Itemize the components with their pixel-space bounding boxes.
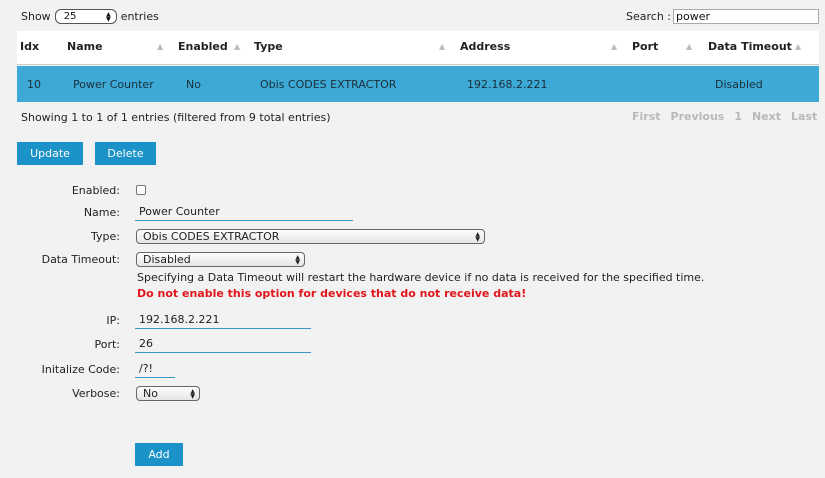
table-info: Showing 1 to 1 of 1 entries (filtered fr… [21,111,331,124]
table-row[interactable]: 10 Power Counter No Obis CODES EXTRACTOR… [17,66,819,102]
init-code-field[interactable]: /?! [135,361,175,378]
header-idx[interactable]: Idx [20,40,39,53]
show-label: Show [21,10,51,23]
cell-name: Power Counter [73,78,154,91]
cell-idx: 10 [27,78,41,91]
enabled-checkbox[interactable] [136,185,146,195]
pager-first[interactable]: First [632,110,661,123]
cell-enabled: No [186,78,201,91]
add-button[interactable]: Add [135,443,183,466]
timeout-warning: Do not enable this option for devices th… [137,287,527,300]
search-label: Search : [626,10,671,23]
type-select[interactable]: Obis CODES EXTRACTOR ▲ ▼ [136,229,485,244]
select-arrows-icon: ▲ ▼ [295,253,300,266]
header-data-timeout[interactable]: Data Timeout [708,40,792,53]
port-field[interactable]: 26 [135,336,311,353]
select-arrows-icon: ▲ ▼ [475,230,480,243]
pager-next[interactable]: Next [752,110,781,123]
table-header: Idx Name ▲ Enabled ▲ Type ▲ Address ▲ Po… [17,31,819,65]
pager-previous[interactable]: Previous [671,110,725,123]
devices-table: Idx Name ▲ Enabled ▲ Type ▲ Address ▲ Po… [17,31,819,102]
header-port[interactable]: Port [632,40,658,53]
init-code-label: Initalize Code: [41,363,120,376]
sort-icon[interactable]: ▲ [157,42,163,51]
timeout-select[interactable]: Disabled ▲ ▼ [136,252,305,267]
sort-icon[interactable]: ▲ [234,42,240,51]
header-name[interactable]: Name [67,40,103,53]
entries-select-value: 25 [63,11,77,22]
sort-icon[interactable]: ▲ [686,42,692,51]
entries-control: Show 25 ▲ ▼ entries [21,9,159,24]
select-arrows-icon: ▲ ▼ [106,10,111,23]
header-enabled[interactable]: Enabled [178,40,228,53]
name-field[interactable]: Power Counter [135,204,353,221]
sort-icon[interactable]: ▲ [439,42,445,51]
update-button[interactable]: Update [17,142,83,165]
cell-type: Obis CODES EXTRACTOR [260,78,397,91]
header-address[interactable]: Address [460,40,510,53]
timeout-select-value: Disabled [143,253,191,266]
name-label: Name: [83,206,120,219]
verbose-select[interactable]: No ▲ ▼ [136,386,200,401]
pager-page[interactable]: 1 [734,110,742,123]
cell-data-timeout: Disabled [715,78,763,91]
sort-icon[interactable]: ▲ [795,42,801,51]
search-control: Search : power [626,9,819,24]
cell-address: 192.168.2.221 [467,78,548,91]
entries-label: entries [120,10,159,23]
pager-last[interactable]: Last [791,110,817,123]
type-select-value: Obis CODES EXTRACTOR [143,230,280,243]
verbose-select-value: No [143,387,158,400]
port-label: Port: [94,338,120,351]
search-input[interactable]: power [673,9,819,24]
type-label: Type: [91,230,120,243]
verbose-label: Verbose: [72,387,120,400]
ip-field[interactable]: 192.168.2.221 [135,312,311,329]
select-arrows-icon: ▲ ▼ [190,387,195,400]
sort-icon[interactable]: ▲ [611,42,617,51]
entries-select[interactable]: 25 ▲ ▼ [54,9,117,24]
enabled-label: Enabled: [71,184,120,197]
timeout-note: Specifying a Data Timeout will restart t… [137,271,705,284]
pagination: First Previous 1 Next Last [632,110,817,123]
timeout-label: Data Timeout: [41,253,120,266]
header-type[interactable]: Type [254,40,283,53]
ip-label: IP: [106,314,120,327]
delete-button[interactable]: Delete [95,142,156,165]
